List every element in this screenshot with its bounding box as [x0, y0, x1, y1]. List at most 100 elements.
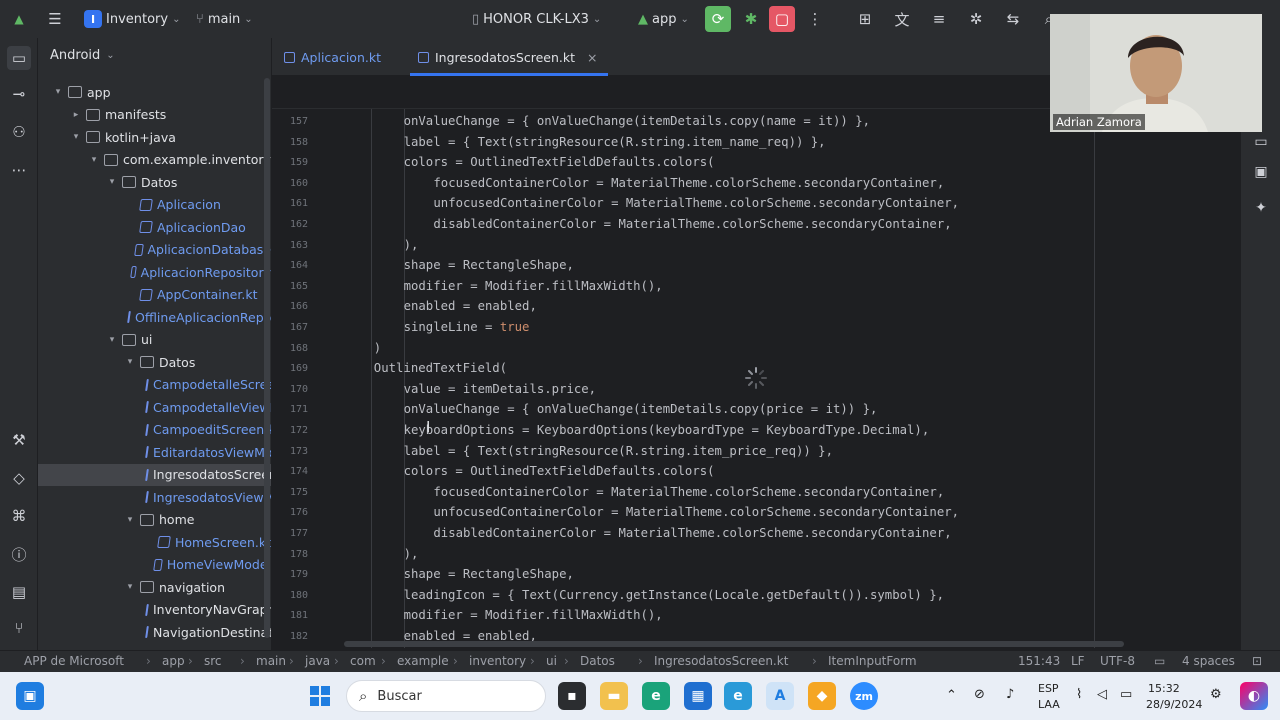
battery-icon[interactable]: ▭	[1120, 687, 1132, 702]
tree-item[interactable]: CampodetalleScreen.kt	[38, 374, 271, 396]
code-line[interactable]: colors = OutlinedTextFieldDefaults.color…	[404, 155, 715, 169]
bug-icon[interactable]: ✲	[963, 6, 989, 32]
commit-icon[interactable]: ⊸	[7, 82, 31, 106]
structure-icon[interactable]: ⚇	[7, 120, 31, 144]
chevron-up-icon[interactable]: ⌃	[946, 688, 957, 703]
tree-item[interactable]: ▾ com.example.inventory	[38, 149, 271, 171]
tree-item[interactable]: AppContainer.kt	[38, 284, 271, 306]
code-line[interactable]: enabled = enabled,	[404, 299, 537, 313]
clock-date[interactable]: 28/9/2024	[1146, 698, 1202, 711]
breadcrumb-item[interactable]: ItemInputForm	[828, 654, 917, 668]
tree-item[interactable]: ▾ kotlin+java	[38, 126, 271, 148]
gear-icon[interactable]: ⚙	[1210, 687, 1222, 702]
taskbar-search[interactable]: ⌕ Buscar	[346, 680, 546, 712]
microphone-icon[interactable]: ♪	[1006, 687, 1014, 702]
tree-item[interactable]: EditardatosViewModel	[38, 441, 271, 463]
chevron-down-icon[interactable]: ▾	[106, 335, 118, 345]
chevron-down-icon[interactable]: ▾	[124, 582, 136, 592]
main-menu-icon[interactable]: ☰	[42, 6, 68, 32]
code-line[interactable]: disabledContainerColor = MaterialTheme.c…	[433, 217, 951, 231]
code-line[interactable]: onValueChange = { onValueChange(itemDeta…	[404, 114, 870, 128]
tree-item[interactable]: HomeScreen.kt	[38, 531, 271, 553]
project-folder-icon[interactable]: ▭	[7, 46, 31, 70]
network-icon[interactable]: ⌇	[1076, 687, 1082, 702]
chevron-down-icon[interactable]: ▾	[106, 177, 118, 187]
editor-horizontal-scrollbar[interactable]	[344, 641, 1124, 647]
translate-icon[interactable]: 文	[889, 6, 915, 32]
code-editor[interactable]: 157 onValueChange = { onValueChange(itemD…	[272, 77, 1232, 648]
file-encoding[interactable]: UTF-8	[1100, 654, 1135, 668]
edge-browser-icon[interactable]: e	[642, 682, 670, 710]
code-line[interactable]: modifier = Modifier.fillMaxWidth(),	[404, 279, 663, 293]
code-line[interactable]: focusedContainerColor = MaterialTheme.co…	[433, 176, 944, 190]
code-line[interactable]: shape = RectangleShape,	[404, 258, 574, 272]
breadcrumb-item[interactable]: IngresodatosScreen.kt	[654, 654, 788, 668]
breadcrumb-item[interactable]: APP de Microsoft	[24, 654, 124, 668]
tree-item[interactable]: HomeViewModel	[38, 554, 271, 576]
code-line[interactable]: unfocusedContainerColor = MaterialTheme.…	[433, 196, 959, 210]
breadcrumb-item[interactable]: ui	[546, 654, 557, 668]
tree-item[interactable]: ▾ Datos	[38, 351, 271, 373]
caret-position[interactable]: 151:43	[1018, 654, 1060, 668]
branch-selector[interactable]: ⑂ main ⌄	[196, 0, 253, 38]
tree-item[interactable]: ▾ Datos	[38, 171, 271, 193]
chevron-down-icon[interactable]: ▾	[124, 357, 136, 367]
code-line[interactable]: keyboardOptions = KeyboardOptions(keyboa…	[404, 423, 930, 437]
edge-dev-icon[interactable]: e	[724, 682, 752, 710]
breadcrumb-item[interactable]: main	[256, 654, 286, 668]
layout-inspector-icon[interactable]: ⊞	[852, 6, 878, 32]
clock-time[interactable]: 15:32	[1148, 682, 1180, 695]
device-manager-icon[interactable]: ▣	[1249, 160, 1273, 184]
code-line[interactable]: )	[374, 341, 381, 355]
tree-item[interactable]: ▾ ui	[38, 329, 271, 351]
debug-icon[interactable]: ✱	[738, 6, 764, 32]
version-control-icon[interactable]: ⑂	[7, 616, 31, 640]
tree-item[interactable]: Aplicacion	[38, 194, 271, 216]
tree-item[interactable]: IngresodatosScreen.kt	[38, 463, 271, 486]
project-scrollbar[interactable]	[264, 78, 270, 638]
breadcrumb-item[interactable]: com	[350, 654, 376, 668]
copilot-icon[interactable]: ◐	[1240, 682, 1268, 710]
tree-item[interactable]: ▾ navigation	[38, 576, 271, 598]
tree-item[interactable]: ▸ manifests	[38, 104, 271, 126]
breadcrumb-item[interactable]: app	[162, 654, 185, 668]
app-icon[interactable]: ◆	[808, 682, 836, 710]
close-tab-icon[interactable]: ×	[587, 50, 597, 65]
no-wifi-icon[interactable]: ⊘	[974, 687, 985, 702]
notifications-icon[interactable]: ▭	[1249, 130, 1273, 154]
terminal-icon[interactable]: ▤	[7, 580, 31, 604]
language-bottom[interactable]: LAA	[1038, 698, 1060, 711]
tree-item[interactable]: NavigationDestination.kt	[38, 621, 271, 643]
breadcrumb-item[interactable]: inventory	[469, 654, 526, 668]
task-view-icon[interactable]: ▪	[558, 682, 586, 710]
tree-item[interactable]: AplicacionDatabase	[38, 239, 271, 261]
chevron-down-icon[interactable]: ▾	[88, 155, 100, 165]
tree-item[interactable]: AplicacionDao	[38, 216, 271, 238]
code-line[interactable]: unfocusedContainerColor = MaterialTheme.…	[433, 505, 959, 519]
tree-item[interactable]: OfflineAplicacionRepository	[38, 306, 271, 328]
breadcrumb-item[interactable]: example	[397, 654, 449, 668]
tree-item[interactable]: CampodetalleViewModel	[38, 396, 271, 418]
tree-item[interactable]: IngresodatosViewModel	[38, 486, 271, 508]
lock-icon[interactable]: ⊡	[1252, 654, 1262, 668]
code-line[interactable]: label = { Text(stringResource(R.string.i…	[404, 444, 833, 458]
code-line[interactable]: OutlinedTextField(	[374, 361, 507, 375]
code-line[interactable]: modifier = Modifier.fillMaxWidth(),	[404, 608, 663, 622]
project-selector[interactable]: I Inventory ⌄	[84, 0, 180, 38]
more-actions-icon[interactable]: ⋮	[802, 6, 828, 32]
tab-aplicacion[interactable]: Aplicacion.kt	[284, 38, 381, 76]
project-view-selector[interactable]: Android ⌄	[50, 48, 115, 63]
code-line[interactable]: shape = RectangleShape,	[404, 567, 574, 581]
chevron-down-icon[interactable]: ▾	[52, 87, 64, 97]
code-line[interactable]: disabledContainerColor = MaterialTheme.c…	[433, 526, 951, 540]
tree-item[interactable]: CampoeditScreen.kt	[38, 419, 271, 441]
run-config-selector[interactable]: ▲ app ⌄	[638, 0, 689, 38]
gem-icon[interactable]: ◇	[7, 466, 31, 490]
windows-start-icon[interactable]	[306, 682, 334, 710]
volume-icon[interactable]: ◁	[1097, 687, 1107, 702]
code-line[interactable]: value = itemDetails.price,	[404, 382, 597, 396]
code-line[interactable]: colors = OutlinedTextFieldDefaults.color…	[404, 464, 715, 478]
store-icon[interactable]: ▦	[684, 682, 712, 710]
code-line[interactable]: leadingIcon = { Text(Currency.getInstanc…	[404, 588, 944, 602]
more-tools-icon[interactable]: ⋯	[7, 158, 31, 182]
